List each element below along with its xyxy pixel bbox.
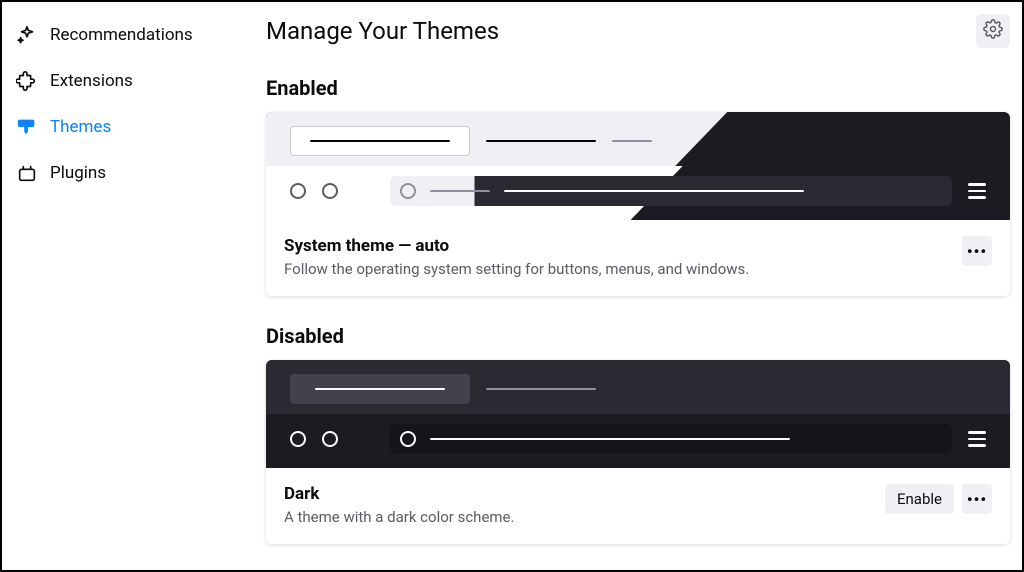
more-icon: ••• bbox=[967, 242, 987, 261]
section-disabled-title: Disabled bbox=[266, 324, 1010, 348]
theme-description: Follow the operating system setting for … bbox=[284, 260, 749, 278]
more-icon: ••• bbox=[967, 490, 987, 509]
plugin-icon bbox=[16, 162, 38, 184]
theme-card-dark: Dark A theme with a dark color scheme. E… bbox=[266, 360, 1010, 544]
gear-icon bbox=[983, 19, 1003, 43]
sidebar-item-plugins[interactable]: Plugins bbox=[2, 150, 238, 196]
enable-button[interactable]: Enable bbox=[885, 484, 954, 514]
hamburger-icon bbox=[968, 431, 986, 447]
theme-card-system: System theme — auto Follow the operating… bbox=[266, 112, 1010, 296]
section-enabled-title: Enabled bbox=[266, 76, 1010, 100]
main-panel: Manage Your Themes Enabled bbox=[238, 2, 1022, 570]
puzzle-icon bbox=[16, 70, 38, 92]
sidebar: Recommendations Extensions Themes Plugin… bbox=[2, 2, 238, 570]
theme-preview bbox=[266, 360, 1010, 468]
hamburger-icon bbox=[968, 183, 986, 199]
page-title: Manage Your Themes bbox=[266, 17, 499, 45]
sidebar-item-label: Themes bbox=[50, 117, 111, 137]
theme-more-button[interactable]: ••• bbox=[962, 484, 992, 514]
brush-icon bbox=[16, 116, 38, 138]
theme-more-button[interactable]: ••• bbox=[962, 236, 992, 266]
sidebar-item-extensions[interactable]: Extensions bbox=[2, 58, 238, 104]
sidebar-item-label: Recommendations bbox=[50, 25, 193, 45]
theme-name: System theme — auto bbox=[284, 236, 749, 256]
theme-preview bbox=[266, 112, 1010, 220]
sparkle-icon bbox=[16, 24, 38, 46]
theme-name: Dark bbox=[284, 484, 514, 504]
sidebar-item-themes[interactable]: Themes bbox=[2, 104, 238, 150]
settings-button[interactable] bbox=[976, 14, 1010, 48]
sidebar-item-label: Plugins bbox=[50, 163, 106, 183]
theme-description: A theme with a dark color scheme. bbox=[284, 508, 514, 526]
sidebar-item-recommendations[interactable]: Recommendations bbox=[2, 12, 238, 58]
sidebar-item-label: Extensions bbox=[50, 71, 133, 91]
